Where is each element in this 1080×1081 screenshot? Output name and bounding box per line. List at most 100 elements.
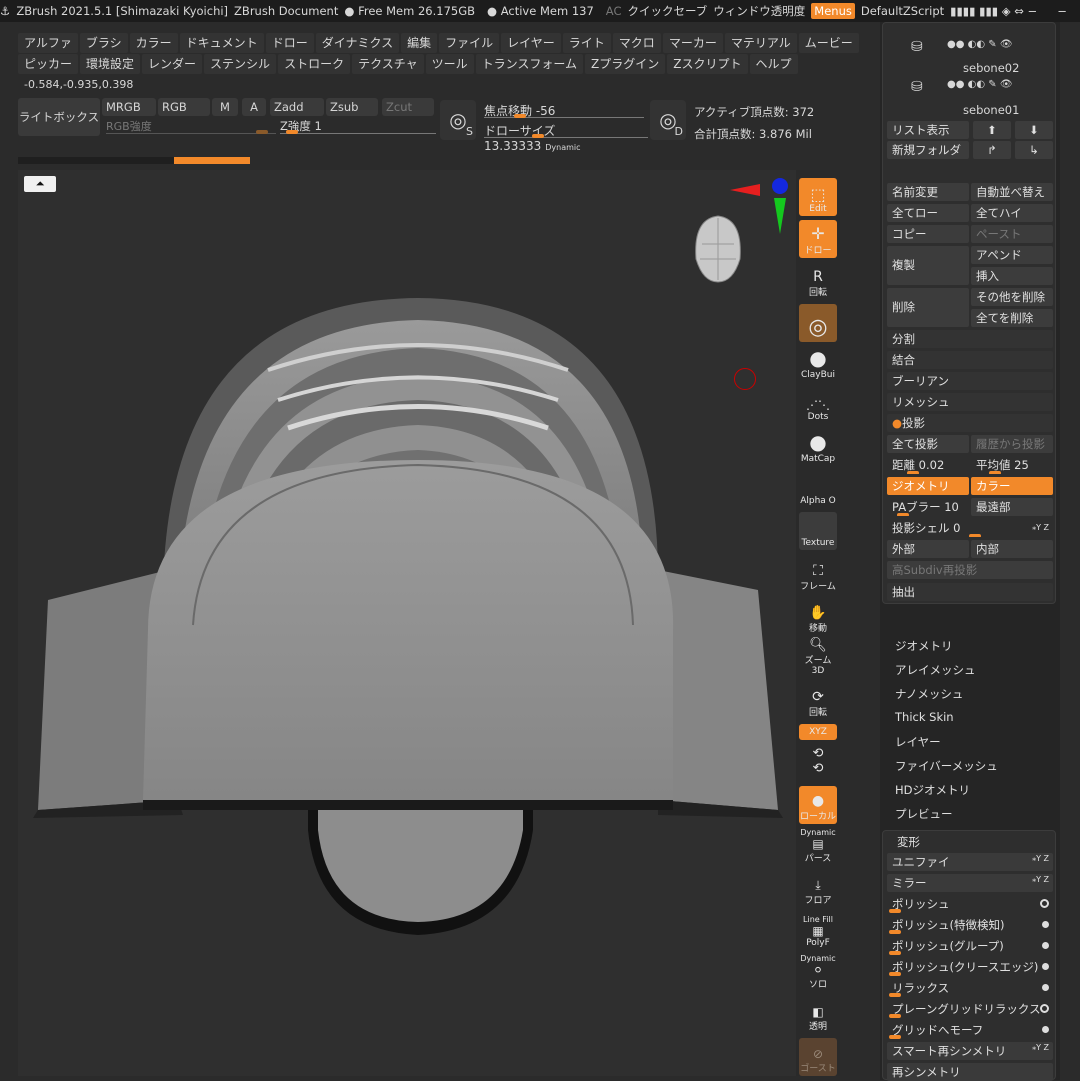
- arrow-down-right-icon[interactable]: ↳: [1015, 141, 1053, 159]
- edit-button[interactable]: ⬚ Edit: [799, 178, 837, 216]
- copy-button[interactable]: コピー: [887, 225, 969, 243]
- ghost-button[interactable]: ⊘ ゴースト: [799, 1038, 837, 1076]
- claybuild-button[interactable]: ● ClayBui: [799, 344, 837, 382]
- new-folder-button[interactable]: 新規フォルダ: [887, 141, 969, 159]
- duplicate-button[interactable]: 複製: [887, 246, 969, 285]
- tool-submenu-item[interactable]: レイヤー: [895, 734, 941, 750]
- axis-toggle-icon[interactable]: ⁎Y Z: [1032, 1042, 1049, 1057]
- floor-button[interactable]: ⤓ フロア: [799, 870, 837, 908]
- deform-option-icon[interactable]: [1042, 942, 1049, 949]
- delete-other-button[interactable]: その他を削除: [971, 288, 1053, 306]
- tool-submenu-item[interactable]: ナノメッシュ: [895, 686, 963, 702]
- deform-slider-mark[interactable]: [889, 1014, 901, 1018]
- subtool-visibility-icon[interactable]: ●● ◐◐ ✎ 👁︎: [947, 39, 1013, 50]
- rotate-axis-icon[interactable]: ⟲ ⟲: [799, 744, 837, 778]
- deform-item[interactable]: ポリッシュ: [887, 895, 1053, 913]
- deform-slider-mark[interactable]: [889, 951, 901, 955]
- menu-menu_row1-13[interactable]: ムービー: [798, 33, 859, 53]
- zadd-button[interactable]: Zadd: [270, 98, 324, 116]
- subtool-item-sebone02[interactable]: ⛁ ●● ◐◐ ✎ 👁︎ sebone02: [911, 35, 1051, 75]
- navigator-head-icon[interactable]: [688, 214, 748, 284]
- rotate-button[interactable]: ⟳ 回転: [799, 682, 837, 720]
- dots-stroke-button[interactable]: ⋰⋱ Dots: [799, 386, 837, 424]
- arrow-up-right-icon[interactable]: ↱: [973, 141, 1011, 159]
- auto-reorder-button[interactable]: 自動並べ替え: [971, 183, 1053, 201]
- menu-menu_row2-9[interactable]: Zスクリプト: [667, 54, 748, 74]
- menu-menu_row2-6[interactable]: ツール: [425, 54, 474, 74]
- m-button[interactable]: M: [212, 98, 238, 116]
- menu-menu_row2-4[interactable]: ストローク: [278, 54, 351, 74]
- tool-submenu-item[interactable]: Thick Skin: [895, 710, 954, 724]
- menu-menu_row2-3[interactable]: ステンシル: [204, 54, 277, 74]
- deform-option-icon[interactable]: [1042, 921, 1049, 928]
- deform-item[interactable]: スマート再シンメトリ ⁎Y Z: [887, 1042, 1053, 1060]
- deform-item[interactable]: リラックス: [887, 979, 1053, 997]
- default-zscript[interactable]: DefaultZScript: [861, 4, 944, 18]
- farthest-button[interactable]: 最遠部: [971, 498, 1053, 516]
- menu-menu_row2-7[interactable]: トランスフォーム: [475, 54, 584, 74]
- deform-option-icon[interactable]: [1040, 1004, 1049, 1013]
- local-button[interactable]: ● ローカル: [799, 786, 837, 824]
- deform-slider-mark[interactable]: [889, 972, 901, 976]
- split-section[interactable]: 分割: [887, 330, 1053, 348]
- focal-shift-slider[interactable]: 焦点移動 -56: [484, 102, 644, 118]
- alpha-button[interactable]: Alpha O: [799, 470, 837, 508]
- draw-button[interactable]: ✛ ドロー: [799, 220, 837, 258]
- move-down-icon[interactable]: ⬇: [1015, 121, 1053, 139]
- menu-menu_row2-0[interactable]: ピッカー: [18, 54, 79, 74]
- deform-option-icon[interactable]: [1042, 1026, 1049, 1033]
- solo-button[interactable]: Dynamic ⚪ ソロ: [799, 954, 837, 992]
- tool-submenu-item[interactable]: ファイバーメッシュ: [895, 758, 998, 774]
- tool-submenu-item[interactable]: プレビュー: [895, 806, 953, 822]
- tool-submenu-item[interactable]: ジオメトリ: [895, 638, 953, 654]
- menu-menu_row1-7[interactable]: ファイル: [439, 33, 500, 53]
- boolean-section[interactable]: ブーリアン: [887, 372, 1053, 390]
- menu-menu_row1-2[interactable]: カラー: [129, 33, 178, 53]
- draw-size-slider[interactable]: ドローサイズ 13.33333 Dynamic: [484, 122, 648, 153]
- menu-menu_row1-11[interactable]: マーカー: [662, 33, 723, 53]
- rename-button[interactable]: 名前変更: [887, 183, 969, 201]
- pa-blur-slider[interactable]: PAブラー 10: [887, 498, 969, 516]
- menu-menu_row1-8[interactable]: レイヤー: [501, 33, 561, 53]
- deform-item[interactable]: 再シンメトリ: [887, 1063, 1053, 1081]
- menus-button[interactable]: Menus: [811, 3, 855, 19]
- menu-menu_row2-8[interactable]: Zプラグイン: [585, 54, 666, 74]
- deform-title[interactable]: 変形: [897, 834, 920, 850]
- menu-menu_row1-10[interactable]: マクロ: [612, 33, 661, 53]
- brush-d-icon[interactable]: ◎ D: [650, 100, 686, 140]
- zsub-button[interactable]: Zsub: [326, 98, 378, 116]
- polyf-button[interactable]: Line Fill ▦ PolyF: [799, 912, 837, 950]
- texture-button[interactable]: Texture: [799, 512, 837, 550]
- menu-menu_row2-2[interactable]: レンダー: [142, 54, 203, 74]
- deform-item[interactable]: ポリッシュ(クリースエッジ): [887, 958, 1053, 976]
- deform-option-icon[interactable]: [1042, 984, 1049, 991]
- xyz-button[interactable]: XYZ: [799, 724, 837, 740]
- paste-button[interactable]: ペースト: [971, 225, 1053, 243]
- geometry-toggle[interactable]: ジオメトリ: [887, 477, 969, 495]
- deform-slider-mark[interactable]: [889, 930, 901, 934]
- reproject-button[interactable]: 高Subdiv再投影: [887, 561, 1053, 579]
- extract-section[interactable]: 抽出: [887, 583, 1053, 601]
- minimize-icon[interactable]: −: [1057, 4, 1067, 18]
- deform-item[interactable]: ポリッシュ(グループ): [887, 937, 1053, 955]
- menu-menu_row1-0[interactable]: アルファ: [18, 33, 78, 53]
- a-button[interactable]: A: [242, 98, 266, 116]
- append-button[interactable]: アペンド: [971, 246, 1053, 264]
- perspective-button[interactable]: Dynamic ▤ パース: [799, 828, 837, 866]
- deform-item[interactable]: ミラー ⁎Y Z: [887, 874, 1053, 892]
- quicksave-button[interactable]: クイックセーブ: [627, 3, 707, 19]
- subtool-visibility-icon[interactable]: ●● ◐◐ ✎ 👁︎: [947, 79, 1013, 90]
- remesh-section[interactable]: リメッシュ: [887, 393, 1053, 411]
- subtool-item-sebone01[interactable]: ⛁ ●● ◐◐ ✎ 👁︎ sebone01: [911, 75, 1051, 117]
- axis-toggle-icon[interactable]: ⁎Y Z: [1032, 853, 1049, 868]
- zcut-button[interactable]: Zcut: [382, 98, 434, 116]
- delete-button[interactable]: 削除: [887, 288, 969, 327]
- deform-item[interactable]: ポリッシュ(特徴検知): [887, 916, 1053, 934]
- deform-option-icon[interactable]: [1042, 963, 1049, 970]
- all-high-button[interactable]: 全てハイ: [971, 204, 1053, 222]
- mrgb-button[interactable]: MRGB: [102, 98, 156, 116]
- menu-menu_row2-10[interactable]: ヘルプ: [749, 54, 798, 74]
- brush-s-icon[interactable]: ◎ S: [440, 100, 476, 140]
- menu-menu_row2-5[interactable]: テクスチャ: [352, 54, 424, 74]
- inner-button[interactable]: 内部: [971, 540, 1053, 558]
